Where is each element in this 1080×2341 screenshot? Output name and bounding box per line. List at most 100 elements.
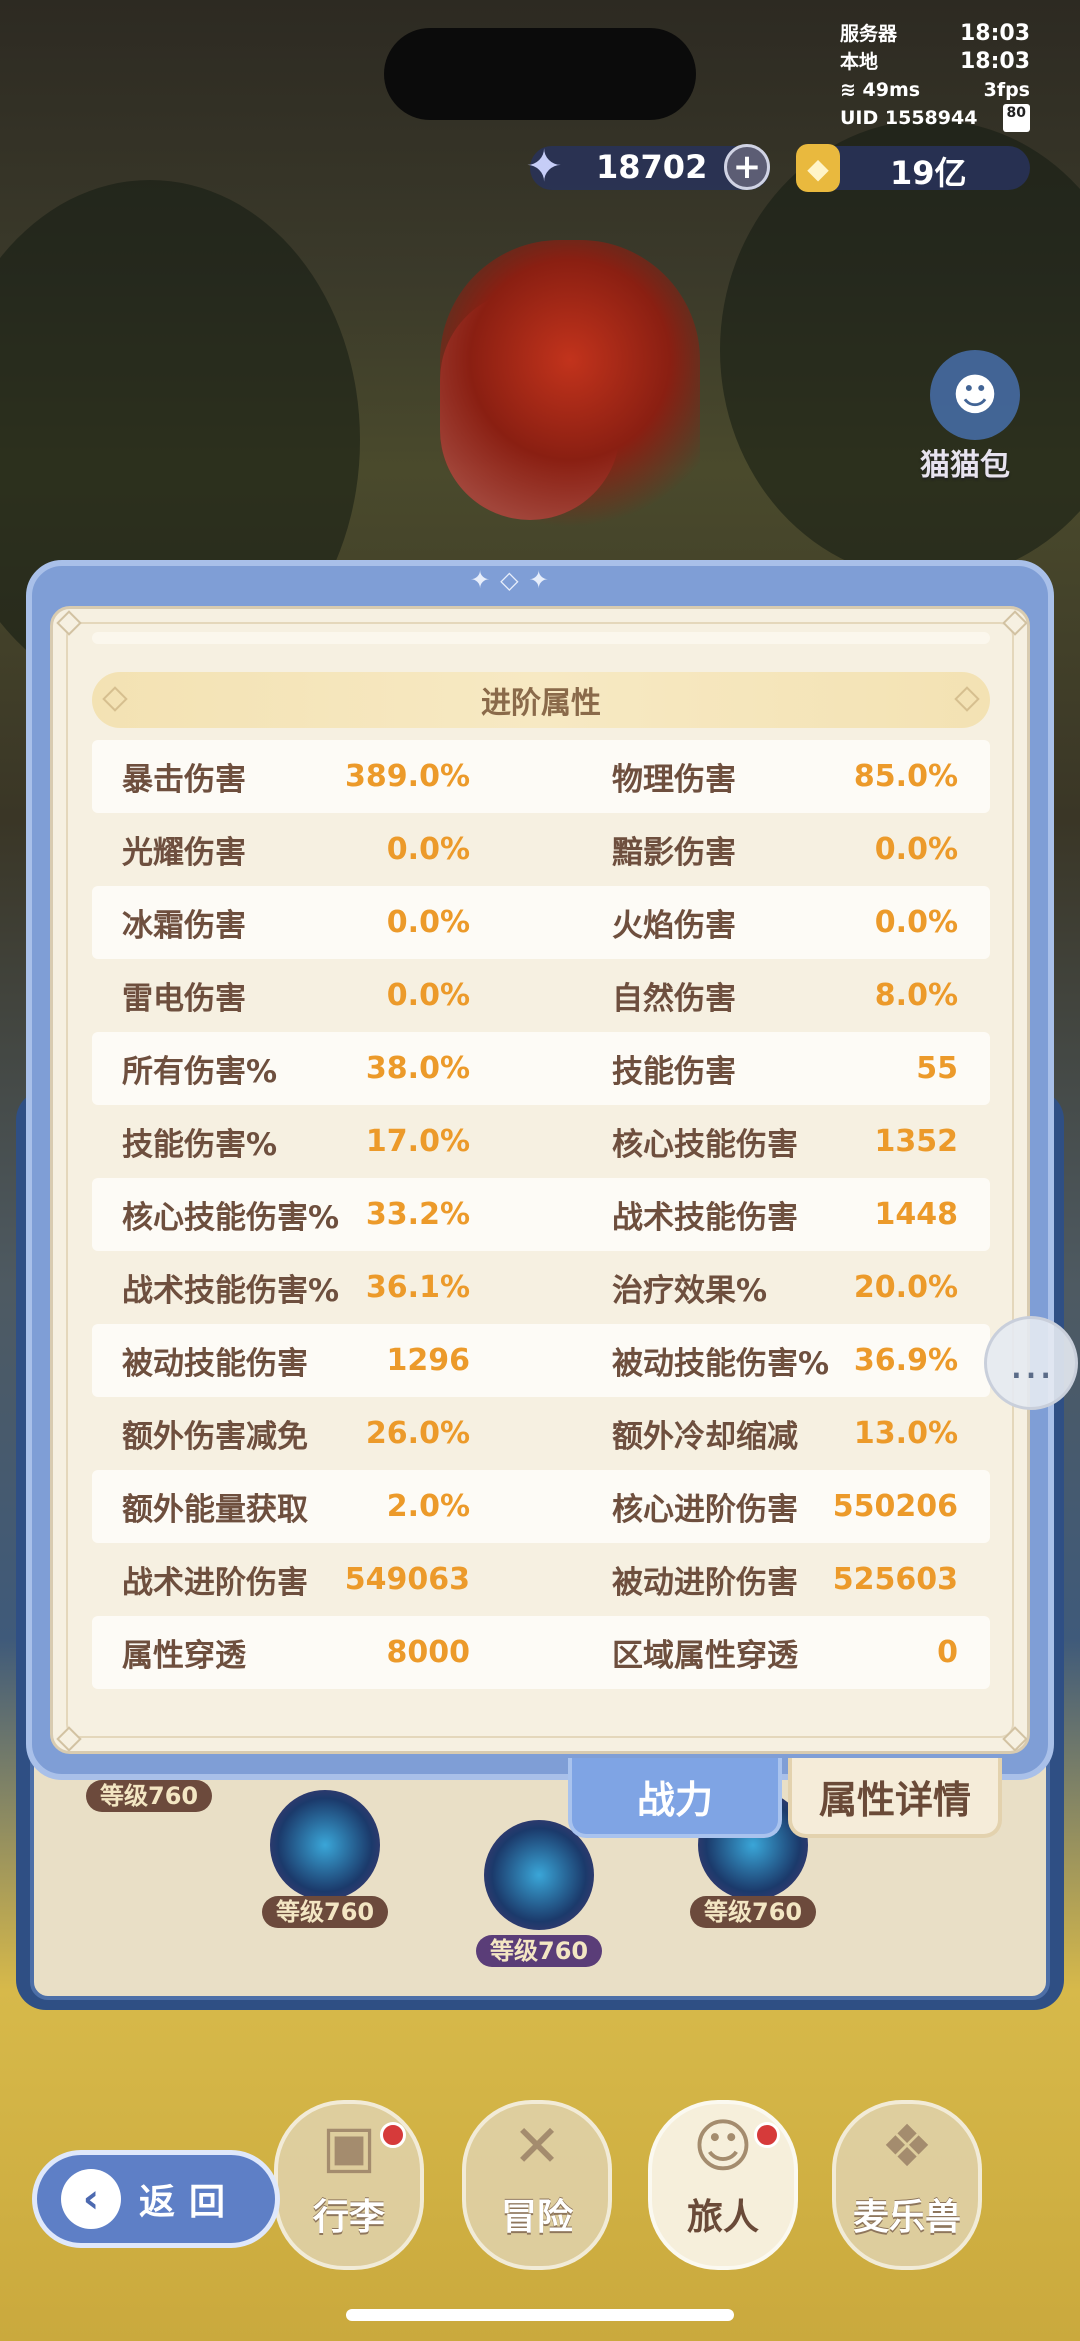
section-title: 进阶属性 bbox=[481, 686, 601, 721]
tab-power[interactable]: 战力 bbox=[568, 1758, 782, 1838]
attribute-label: 额外能量获取 bbox=[122, 1492, 308, 1528]
attribute-value: 38.0% bbox=[365, 1051, 470, 1086]
attribute-label: 技能伤害 bbox=[612, 1054, 736, 1090]
attribute-value: 0.0% bbox=[386, 905, 470, 940]
attribute-label: 核心进阶伤害 bbox=[612, 1492, 798, 1528]
attribute-value: 389.0% bbox=[345, 759, 470, 794]
attribute-label: 区域属性穿透 bbox=[612, 1638, 798, 1674]
attribute-value: 33.2% bbox=[365, 1197, 470, 1232]
attribute-value: 17.0% bbox=[365, 1124, 470, 1159]
cat-bag-label[interactable]: 猫猫包 bbox=[920, 440, 1010, 484]
attribute-value: 13.0% bbox=[853, 1416, 958, 1451]
nav-luggage[interactable]: ▣ 行李 bbox=[274, 2100, 424, 2270]
attribute-row: 额外能量获取 2.0% 核心进阶伤害 550206 bbox=[92, 1470, 990, 1543]
attribute-value: 0 bbox=[937, 1635, 958, 1670]
attribute-row: 冰霜伤害 0.0% 火焰伤害 0.0% bbox=[92, 886, 990, 959]
attribute-value: 1448 bbox=[874, 1197, 959, 1232]
nav-traveler[interactable]: ☺ 旅人 bbox=[648, 2100, 798, 2270]
skill-level-badge: 等级760 bbox=[476, 1935, 603, 1967]
attribute-list[interactable]: 暴击伤害 389.0% 物理伤害 85.0% 光耀伤害 0.0% 黯影伤害 0.… bbox=[92, 740, 990, 1689]
attribute-row: 所有伤害% 38.0% 技能伤害 55 bbox=[92, 1032, 990, 1105]
skill-icon[interactable] bbox=[484, 1820, 594, 1930]
attribute-row: 核心技能伤害% 33.2% 战术技能伤害 1448 bbox=[92, 1178, 990, 1251]
diamond-icon bbox=[954, 686, 980, 712]
player-character[interactable] bbox=[440, 240, 700, 540]
local-time: 18:03 bbox=[959, 49, 1030, 74]
attribute-row: 雷电伤害 0.0% 自然伤害 8.0% bbox=[92, 959, 990, 1032]
notification-dot bbox=[380, 2122, 406, 2148]
attribute-value: 1296 bbox=[386, 1343, 471, 1378]
nav-adventure[interactable]: ✕ 冒险 bbox=[462, 2100, 612, 2270]
attribute-label: 核心技能伤害 bbox=[612, 1127, 798, 1163]
attribute-value: 55 bbox=[916, 1051, 958, 1086]
server-time: 18:03 bbox=[959, 21, 1030, 46]
attribute-value: 2.0% bbox=[386, 1489, 470, 1524]
attribute-value: 8.0% bbox=[874, 978, 958, 1013]
attribute-label: 战术进阶伤害 bbox=[122, 1565, 308, 1601]
local-label: 本地 bbox=[840, 51, 879, 73]
attribute-label: 额外伤害减免 bbox=[122, 1419, 308, 1455]
attribute-row: 光耀伤害 0.0% 黯影伤害 0.0% bbox=[92, 813, 990, 886]
gold-coin-icon: ◆ bbox=[796, 144, 840, 192]
attribute-label: 雷电伤害 bbox=[122, 981, 246, 1017]
attribute-label: 光耀伤害 bbox=[122, 835, 246, 871]
skill-level-badge: 等级760 bbox=[690, 1896, 817, 1928]
attribute-label: 战术技能伤害 bbox=[612, 1200, 798, 1236]
attribute-value: 8000 bbox=[386, 1635, 471, 1670]
attribute-value: 36.9% bbox=[853, 1343, 958, 1378]
attribute-label: 火焰伤害 bbox=[612, 908, 736, 944]
system-info-overlay: 服务器 18:03 本地 18:03 ≋ 49ms 3fps UID 1558944 8… bbox=[840, 20, 1030, 132]
attribute-value: 0.0% bbox=[386, 832, 470, 867]
home-indicator[interactable] bbox=[346, 2309, 734, 2321]
attribute-value: 26.0% bbox=[365, 1416, 470, 1451]
attribute-value: 0.0% bbox=[874, 905, 958, 940]
cat-bag-icon[interactable]: ☻ bbox=[930, 350, 1020, 440]
uid-text: UID 1558944 bbox=[840, 107, 978, 129]
attribute-label: 额外冷却缩减 bbox=[612, 1419, 798, 1455]
fox-pet-icon: ❖ bbox=[881, 2112, 933, 2180]
skill-level-badge: 等级760 bbox=[86, 1780, 213, 1812]
diamond-icon bbox=[102, 686, 128, 712]
attribute-row: 战术进阶伤害 549063 被动进阶伤害 525603 bbox=[92, 1543, 990, 1616]
attribute-row: 额外伤害减免 26.0% 额外冷却缩减 13.0% bbox=[92, 1397, 990, 1470]
attribute-row: 技能伤害% 17.0% 核心技能伤害 1352 bbox=[92, 1105, 990, 1178]
attribute-label: 所有伤害% bbox=[122, 1054, 278, 1090]
battery-badge: 80 bbox=[1002, 104, 1030, 132]
gold-currency-bar: ◆ 19亿 bbox=[796, 144, 1030, 192]
attribute-label: 物理伤害 bbox=[612, 762, 736, 798]
attribute-label: 被动进阶伤害 bbox=[612, 1565, 798, 1601]
dialog-ornament-icon: ✦◇✦ bbox=[470, 566, 559, 594]
add-gems-button[interactable]: + bbox=[724, 144, 770, 190]
attribute-value: 1352 bbox=[874, 1124, 959, 1159]
attribute-row: 被动技能伤害 1296 被动技能伤害% 36.9% bbox=[92, 1324, 990, 1397]
attribute-label: 被动技能伤害 bbox=[122, 1346, 308, 1382]
attribute-label: 暴击伤害 bbox=[122, 762, 246, 798]
attribute-value: 85.0% bbox=[853, 759, 958, 794]
tab-attribute-detail[interactable]: 属性详情 bbox=[788, 1758, 1002, 1838]
back-chevron-icon: ‹ bbox=[61, 2169, 121, 2229]
attribute-label: 治疗效果% bbox=[612, 1273, 768, 1309]
attribute-label: 自然伤害 bbox=[612, 981, 736, 1017]
attribute-label: 黯影伤害 bbox=[612, 835, 736, 871]
attribute-label: 属性穿透 bbox=[122, 1638, 246, 1674]
attribute-value: 20.0% bbox=[853, 1270, 958, 1305]
star-gem-icon: ✦ bbox=[525, 140, 563, 192]
chat-bubble-icon[interactable]: … bbox=[984, 1316, 1078, 1410]
attribute-value: 36.1% bbox=[365, 1270, 470, 1305]
skill-icon[interactable] bbox=[270, 1790, 380, 1900]
attribute-label: 技能伤害% bbox=[122, 1127, 278, 1163]
scroll-top-strip bbox=[92, 632, 990, 644]
nav-traveler-label: 旅人 bbox=[686, 2197, 759, 2238]
backpack-icon: ▣ bbox=[321, 2112, 377, 2180]
nav-luggage-label: 行李 bbox=[312, 2197, 385, 2238]
crossed-swords-icon: ✕ bbox=[512, 2112, 562, 2180]
attribute-value: 525603 bbox=[832, 1562, 958, 1597]
back-button[interactable]: ‹ 返回 bbox=[32, 2150, 280, 2248]
attribute-row: 属性穿透 8000 区域属性穿透 0 bbox=[92, 1616, 990, 1689]
gold-amount: 19亿 bbox=[890, 154, 967, 192]
nav-adventure-label: 冒险 bbox=[500, 2197, 573, 2238]
gem-currency-bar: ✦ 18702 + bbox=[526, 141, 770, 192]
camera-notch bbox=[384, 28, 696, 120]
nav-pet[interactable]: ❖ 麦乐兽 bbox=[832, 2100, 982, 2270]
section-header: 进阶属性 bbox=[92, 672, 990, 728]
